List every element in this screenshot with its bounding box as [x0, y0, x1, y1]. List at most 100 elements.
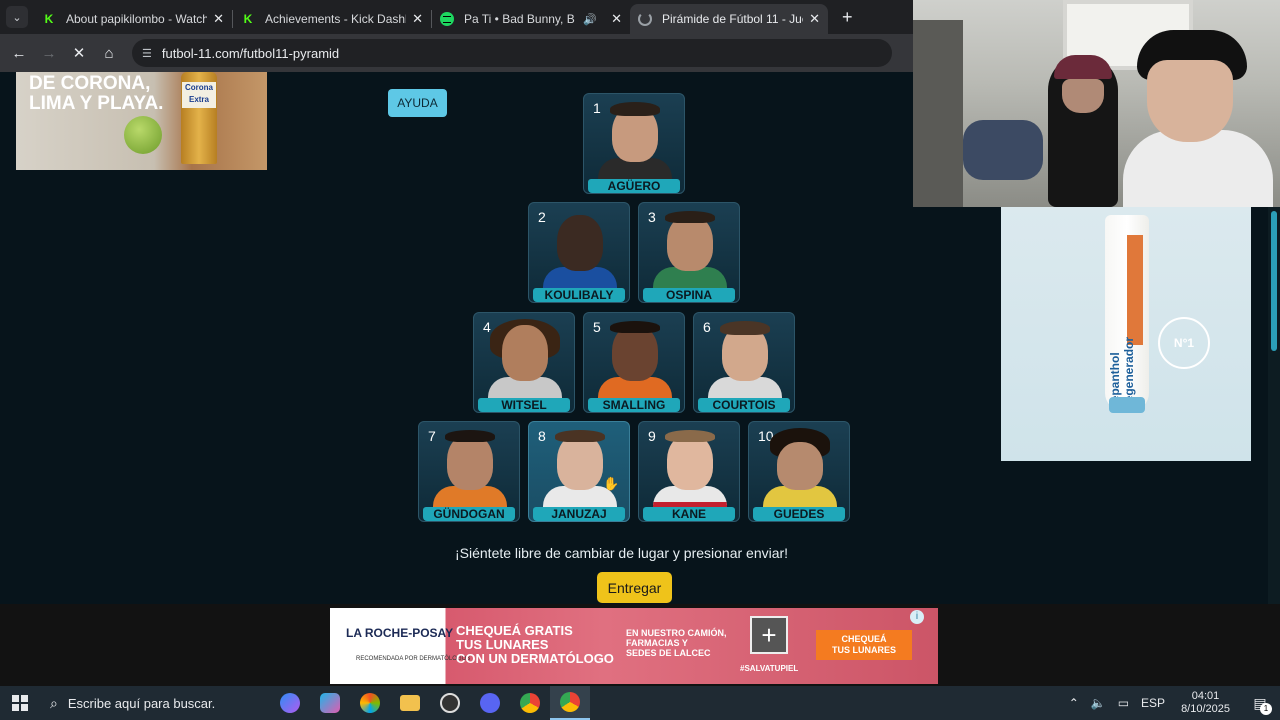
file-explorer-icon[interactable]: [390, 686, 430, 720]
grab-cursor-icon: ✋: [603, 476, 620, 491]
player-card-9[interactable]: 9 KANE: [638, 421, 740, 522]
ad-info-icon[interactable]: i: [910, 610, 924, 624]
stop-loading-icon[interactable]: ✕: [64, 44, 94, 62]
instruction-text: ¡Siéntete libre de cambiar de lugar y pr…: [455, 545, 789, 561]
windows-start-button[interactable]: [0, 686, 40, 720]
speaker-icon[interactable]: 🔈: [1091, 696, 1106, 710]
player-card-10[interactable]: 10 GUEDES: [748, 421, 850, 522]
tab-title: Pirámide de Fútbol 11 - Juega a: [662, 12, 803, 26]
new-tab-icon[interactable]: +: [842, 7, 853, 28]
card-number: 4: [483, 319, 491, 335]
corona-ad[interactable]: DE CORONA, LIMA Y PLAYA. Corona Extra: [16, 72, 267, 170]
laroche-posay-ad[interactable]: LA ROCHE-POSAY RECOMENDADA POR DERMATÓLO…: [330, 608, 938, 684]
player-card-4[interactable]: 4 WITSEL: [473, 312, 575, 413]
speaker-icon[interactable]: 🔊: [583, 13, 597, 26]
player-name: COURTOIS: [698, 398, 790, 412]
clock-time: 04:01: [1191, 690, 1220, 702]
player-photo: [557, 434, 603, 490]
address-bar[interactable]: ☰ futbol-11.com/futbol11-pyramid: [132, 39, 892, 67]
close-icon[interactable]: ✕: [809, 11, 820, 27]
card-number: 1: [593, 100, 601, 116]
discord-icon[interactable]: [470, 686, 510, 720]
kick-icon: K: [44, 12, 54, 26]
copilot-app-icon[interactable]: [310, 686, 350, 720]
card-number: 6: [703, 319, 711, 335]
ad-hashtag: #SALVATUPIEL: [740, 664, 799, 673]
bottom-ad-area: LA ROCHE-POSAY RECOMENDADA POR DERMATÓLO…: [0, 604, 1280, 686]
player-photo: [667, 215, 713, 271]
player-name: OSPINA: [643, 288, 735, 302]
tab-title: Achievements - Kick Dashboard: [265, 12, 406, 26]
tab-spotify[interactable]: Pa Ti • Bad Bunny, Bryant M 🔊 ✕: [432, 4, 630, 34]
close-icon[interactable]: ✕: [412, 11, 423, 27]
site-info-icon[interactable]: ☰: [142, 47, 152, 60]
obs-icon[interactable]: [430, 686, 470, 720]
player-name: JANUZAJ: [533, 507, 625, 521]
player-photo: [612, 325, 658, 381]
player-card-1[interactable]: 1 AGÜERO: [583, 93, 685, 194]
player-photo: [667, 434, 713, 490]
language-indicator[interactable]: ESP: [1141, 696, 1165, 710]
card-number: 2: [538, 209, 546, 225]
network-icon[interactable]: ▭: [1118, 696, 1129, 710]
chrome-icon[interactable]: [510, 686, 550, 720]
beer-bottle-image: Corona Extra: [181, 72, 217, 164]
ad-cta-button[interactable]: CHEQUEÁ TUS LUNARES: [816, 630, 912, 660]
clock[interactable]: 04:01 8/10/2025: [1181, 690, 1230, 716]
browser-toolbar: ← → ✕ ⌂ ☰ futbol-11.com/futbol11-pyramid: [0, 34, 913, 72]
player-card-2[interactable]: 2 KOULIBALY: [528, 202, 630, 303]
tab-kick-achievements[interactable]: K Achievements - Kick Dashboard ✕: [233, 4, 431, 34]
tab-search-chevron-icon[interactable]: ⌄: [6, 6, 28, 28]
card-number: 7: [428, 428, 436, 444]
player-hair: [610, 321, 660, 333]
face: [1147, 60, 1233, 142]
notification-icon[interactable]: ▤ 1: [1240, 695, 1280, 715]
close-icon[interactable]: ✕: [611, 11, 622, 27]
back-icon[interactable]: ←: [4, 45, 34, 62]
player-card-3[interactable]: 3 OSPINA: [638, 202, 740, 303]
player-photo: [502, 325, 548, 381]
player-photo: [557, 215, 603, 271]
copilot-icon[interactable]: [270, 686, 310, 720]
tube-stripe: [1127, 235, 1143, 345]
player-name: GÜNDOGAN: [423, 507, 515, 521]
tube-cap: [1109, 397, 1145, 413]
kick-icon: K: [243, 12, 253, 26]
close-icon[interactable]: ✕: [213, 11, 224, 27]
color-app-icon[interactable]: [350, 686, 390, 720]
chrome-active-icon[interactable]: [550, 686, 590, 720]
player-card-7[interactable]: 7 GÜNDOGAN: [418, 421, 520, 522]
player-name: AGÜERO: [588, 179, 680, 193]
taskbar-search[interactable]: ⌕ Escribe aquí para buscar.: [40, 686, 270, 720]
home-icon[interactable]: ⌂: [94, 45, 124, 62]
player-name: GUEDES: [753, 507, 845, 521]
player-hair: [665, 430, 715, 442]
tab-futbol11-pyramid[interactable]: Pirámide de Fútbol 11 - Juega a ✕: [630, 4, 828, 34]
player-card-5[interactable]: 5 SMALLING: [583, 312, 685, 413]
player-name: KANE: [643, 507, 735, 521]
scrollbar-thumb[interactable]: [1271, 211, 1277, 351]
windows-taskbar: ⌕ Escribe aquí para buscar. ⌃ 🔈 ▭ ESP 04…: [0, 686, 1280, 720]
tray-chevron-icon[interactable]: ⌃: [1069, 696, 1079, 710]
player-card-6[interactable]: 6 COURTOIS: [693, 312, 795, 413]
card-number: 9: [648, 428, 656, 444]
person-left: [1048, 55, 1118, 207]
seal-badge: N°1: [1158, 317, 1210, 369]
ad-brand: LA ROCHE-POSAY: [346, 626, 454, 640]
bepanthol-ad[interactable]: Bepanthol Regenerador N°1: [1001, 207, 1251, 461]
clock-date: 8/10/2025: [1181, 703, 1230, 715]
tube-brand: Bepanthol Regenerador: [1108, 336, 1136, 411]
plus-icon: +: [750, 616, 788, 654]
player-photo: [447, 434, 493, 490]
tab-kick-profile[interactable]: K About papikilombo - Watch Liv ✕: [34, 4, 232, 34]
lime-image: [124, 116, 162, 154]
ad-brand-sub: RECOMENDADA POR DERMATÓLOGOS: [356, 656, 471, 662]
webcam-overlay: [913, 0, 1280, 207]
page-scrollbar[interactable]: [1268, 207, 1280, 604]
loading-icon: [638, 12, 652, 26]
help-button[interactable]: AYUDA: [388, 89, 447, 117]
player-hair: [610, 102, 660, 116]
player-card-8[interactable]: 8 JANUZAJ: [528, 421, 630, 522]
forward-icon[interactable]: →: [34, 45, 64, 62]
submit-button[interactable]: Entregar: [597, 572, 672, 603]
